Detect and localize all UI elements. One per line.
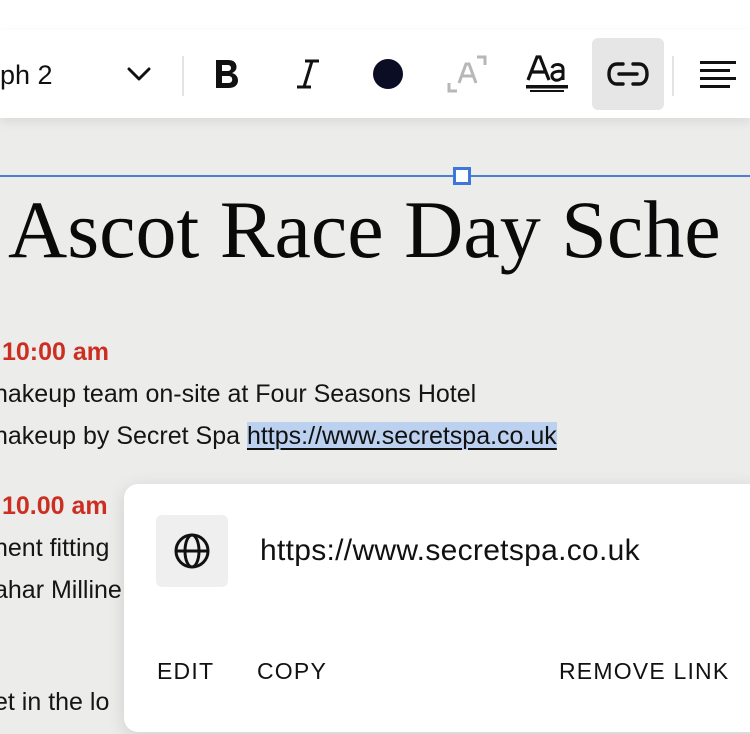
entry-time: 10.00 am (2, 492, 108, 520)
italic-button[interactable] (272, 38, 344, 110)
link-button[interactable] (592, 38, 664, 110)
resize-handle[interactable] (453, 167, 471, 185)
copy-link-button[interactable]: COPY (257, 658, 327, 685)
text-color-button[interactable] (352, 38, 424, 110)
bold-icon (216, 60, 238, 88)
highlight-button[interactable] (431, 38, 503, 110)
font-style-icon (526, 55, 568, 92)
bold-button[interactable] (191, 38, 263, 110)
entry-line: et in the lo (0, 688, 110, 716)
link-popover: https://www.secretspa.co.uk EDIT COPY RE… (124, 484, 750, 732)
formatting-toolbar: ph 2 (0, 30, 750, 118)
entry-link-line: nakeup by Secret Spa https://www.secrets… (0, 422, 557, 451)
entry-time: 10:00 am (2, 338, 110, 366)
chevron-down-icon (127, 67, 151, 81)
font-style-button[interactable] (511, 38, 583, 110)
link-url[interactable]: https://www.secretspa.co.uk (260, 534, 640, 568)
page-title: Ascot Race Day Sche (8, 184, 721, 275)
italic-icon (297, 59, 319, 89)
entry-line: ahar Milline (0, 576, 122, 604)
link-icon (607, 62, 649, 86)
entry-line: nakeup team on-site at Four Seasons Hote… (0, 380, 477, 408)
paragraph-style-dropdown[interactable]: ph 2 (0, 44, 168, 104)
entry-line: nent fitting (0, 534, 110, 562)
link-icon-box (156, 515, 228, 587)
align-button[interactable] (682, 38, 750, 110)
edit-link-button[interactable]: EDIT (157, 658, 214, 685)
globe-icon (174, 533, 210, 569)
paragraph-style-value: ph 2 (0, 60, 53, 90)
text-highlight-icon (447, 55, 487, 93)
toolbar-divider (672, 56, 674, 96)
toolbar-divider (182, 56, 184, 96)
entry-line-prefix: nakeup by Secret Spa (0, 422, 247, 450)
remove-link-button[interactable]: REMOVE LINK (559, 658, 729, 685)
selection-frame-edge (0, 175, 750, 177)
color-circle-icon (373, 59, 403, 89)
align-left-icon (700, 61, 736, 88)
selected-link[interactable]: https://www.secretspa.co.uk (246, 422, 557, 450)
